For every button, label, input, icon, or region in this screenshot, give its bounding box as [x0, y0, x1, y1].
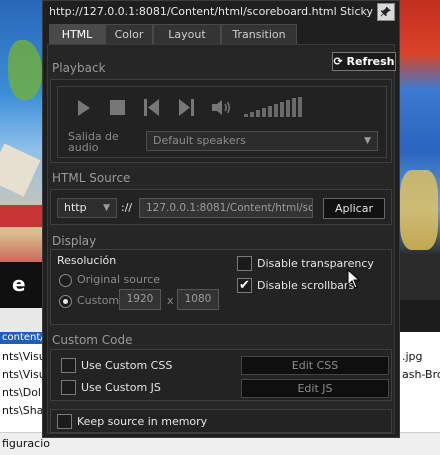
stop-icon[interactable] — [110, 100, 125, 115]
background-path: content/h — [0, 332, 48, 344]
disable-transparency-checkbox[interactable] — [237, 256, 252, 271]
background-video-left: e — [0, 0, 46, 332]
keep-source-checkbox[interactable] — [57, 414, 72, 429]
tab-transition[interactable]: Transition — [221, 24, 297, 44]
tab-layout[interactable]: Layout — [153, 24, 221, 44]
background-letter: e — [12, 272, 26, 296]
source-url: http://127.0.0.1:8081/Content/html/score… — [49, 5, 337, 18]
resolution-label: Resolución — [57, 254, 117, 267]
background-strip — [0, 308, 46, 332]
original-source-label: Original source — [77, 273, 161, 286]
background-file-row: ash-Bros — [402, 368, 440, 381]
source-address-input[interactable]: 127.0.0.1:8081/Content/html/scoreboard.h… — [139, 198, 313, 218]
playback-controls-box: Salida de audio Default speakers ▼ — [57, 86, 387, 158]
audio-device-value: Default speakers — [153, 134, 246, 147]
mouse-cursor-icon — [347, 269, 361, 289]
background-video-right — [398, 0, 440, 300]
tab-content: ⟳ Refresh Playback Salida de audio Defau… — [47, 44, 396, 434]
custom-resolution-radio[interactable] — [59, 295, 72, 308]
checkmark-icon: ✔ — [239, 278, 250, 293]
keep-source-label: Keep source in memory — [77, 415, 208, 428]
playback-panel: Salida de audio Default speakers ▼ — [50, 79, 392, 163]
resolution-x-label: x — [167, 294, 174, 307]
volume-bar — [256, 110, 260, 117]
original-source-radio[interactable] — [59, 274, 72, 287]
use-custom-js-checkbox[interactable] — [61, 380, 76, 395]
background-footer-text: figuracio — [2, 437, 50, 450]
refresh-button[interactable]: ⟳ Refresh — [332, 52, 396, 71]
volume-bar — [268, 106, 272, 117]
width-input[interactable]: 1920 — [119, 289, 161, 310]
playback-title: Playback — [52, 61, 106, 75]
use-custom-css-label: Use Custom CSS — [81, 359, 173, 372]
volume-bar — [292, 98, 296, 117]
browser-source-popup: http :// 127.0.0.1:8081/Content/html/score… — [42, 0, 400, 438]
disable-scrollbars-label: Disable scrollbars — [257, 279, 355, 292]
custom-code-title: Custom Code — [52, 333, 133, 347]
skip-forward-icon[interactable] — [178, 99, 194, 116]
pin-icon — [380, 7, 391, 17]
volume-bar — [298, 97, 302, 117]
volume-bar — [244, 114, 248, 117]
chevron-down-icon: ▼ — [364, 136, 371, 146]
volume-icon[interactable] — [212, 99, 232, 116]
audio-output-label: Salida de audio — [68, 130, 119, 154]
background-shape — [0, 205, 46, 227]
height-input[interactable]: 1080 — [177, 289, 219, 310]
sticky-label: Sticky — [340, 5, 373, 18]
custom-resolution-label: Custom — [77, 294, 120, 307]
background-file-row: .jpg — [402, 350, 423, 363]
html-source-title: HTML Source — [52, 171, 131, 185]
custom-code-panel: Use Custom CSS Use Custom JS Edit CSS Ed… — [50, 349, 392, 401]
background-shape — [0, 143, 41, 197]
edit-css-button[interactable]: Edit CSS — [241, 356, 389, 375]
volume-bar — [280, 102, 284, 117]
apply-button[interactable]: Aplicar — [323, 198, 385, 219]
disable-scrollbars-checkbox[interactable]: ✔ — [237, 278, 252, 293]
edit-js-button[interactable]: Edit JS — [241, 379, 389, 398]
use-custom-css-checkbox[interactable] — [61, 358, 76, 373]
skip-back-icon[interactable] — [144, 99, 160, 116]
html-source-panel: http ▼ :// 127.0.0.1:8081/Content/html/s… — [50, 189, 392, 225]
keep-source-panel: Keep source in memory — [50, 409, 392, 433]
pin-button[interactable] — [377, 3, 395, 21]
audio-device-select[interactable]: Default speakers ▼ — [146, 131, 378, 151]
tab-html[interactable]: HTML — [49, 24, 105, 44]
volume-bar — [250, 112, 254, 117]
volume-bar — [286, 100, 290, 117]
play-icon[interactable] — [76, 99, 92, 117]
background-shape — [400, 170, 438, 250]
volume-bar — [274, 104, 278, 117]
scheme-separator: :// — [121, 201, 133, 214]
tab-color[interactable]: Color — [105, 24, 153, 44]
scheme-select[interactable]: http ▼ — [57, 198, 117, 218]
use-custom-js-label: Use Custom JS — [81, 381, 161, 394]
volume-meter[interactable] — [244, 97, 304, 117]
refresh-icon: ⟳ — [333, 55, 343, 68]
display-title: Display — [52, 234, 97, 248]
volume-bar — [262, 108, 266, 117]
background-shape — [8, 40, 42, 100]
background-title-bar: e — [0, 262, 46, 308]
chevron-down-icon: ▼ — [103, 203, 110, 213]
display-panel: Resolución Original source Custom 1920 x… — [50, 249, 392, 325]
scheme-value: http — [64, 201, 87, 214]
refresh-label: Refresh — [346, 55, 395, 68]
